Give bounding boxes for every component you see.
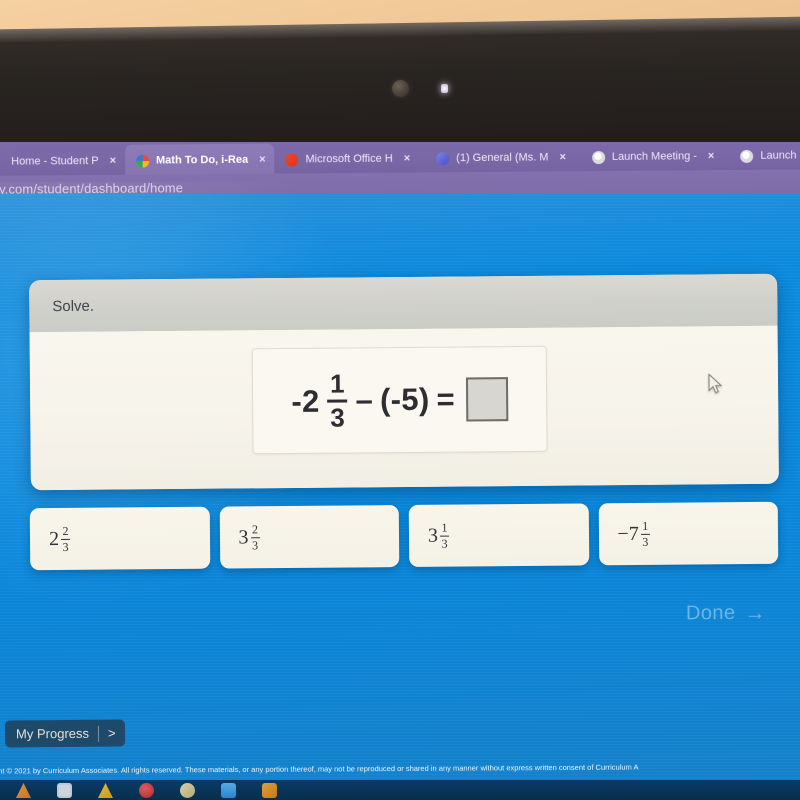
close-icon[interactable]: × bbox=[559, 151, 566, 163]
choice-whole-number: 3 bbox=[427, 524, 439, 547]
choice-whole-number: −7 bbox=[617, 522, 639, 546]
browser-tab-label: Launch Meeting - bbox=[611, 150, 697, 163]
zoom-icon bbox=[740, 149, 754, 163]
answer-choice-value: 3 2 3 bbox=[238, 522, 260, 552]
browser-tab-launch-meeting-2[interactable]: Launch Meeting - × bbox=[729, 142, 800, 172]
answer-choice-value: 3 1 3 bbox=[427, 520, 450, 551]
question-card-body: -2 1 3 – (-5) = bbox=[29, 325, 779, 491]
equation-operand: (-5) bbox=[379, 381, 430, 418]
close-icon[interactable]: × bbox=[404, 153, 411, 165]
answer-choice-value: −7 1 3 bbox=[617, 518, 650, 549]
close-icon[interactable]: × bbox=[708, 150, 715, 162]
answer-choice-list: 2 2 3 3 2 3 3 1 3 −7 1 3 bbox=[29, 501, 779, 571]
arrow-right-icon: → bbox=[744, 601, 766, 625]
browser-tab-home-student[interactable]: Home - Student P × bbox=[0, 145, 125, 178]
photographed-laptop-screen: Home - Student P × Math To Do, i-Rea × M… bbox=[0, 0, 800, 800]
equation-equals-sign: = bbox=[436, 381, 456, 417]
zoom-icon bbox=[591, 150, 605, 164]
taskbar-app-icon[interactable] bbox=[262, 783, 277, 798]
browser-tab-label: Launch Meeting - bbox=[760, 149, 800, 162]
browser-tab-math-to-do[interactable]: Math To Do, i-Rea × bbox=[124, 143, 275, 177]
taskbar-app-icon[interactable] bbox=[57, 783, 72, 798]
browser-tab-general-teams[interactable]: (1) General (Ms. M × bbox=[425, 142, 575, 174]
taskbar-app-icon[interactable] bbox=[98, 783, 113, 798]
equation-whole-number: -2 bbox=[291, 383, 320, 419]
question-card: Solve. -2 1 3 – (-5) = bbox=[29, 273, 779, 491]
answer-choice-3[interactable]: 3 1 3 bbox=[408, 503, 589, 567]
question-prompt: Solve. bbox=[52, 297, 95, 315]
taskbar-app-icon[interactable] bbox=[180, 783, 195, 798]
choice-fraction: 1 3 bbox=[439, 520, 450, 551]
webcam-lens-icon bbox=[392, 80, 409, 97]
answer-choice-value: 2 2 3 bbox=[48, 523, 71, 554]
choice-fraction: 2 3 bbox=[250, 522, 260, 552]
equation-box: -2 1 3 – (-5) = bbox=[251, 345, 548, 455]
browser-tab-label: Microsoft Office H bbox=[305, 152, 393, 166]
choice-numerator: 1 bbox=[441, 520, 448, 535]
teams-icon bbox=[436, 151, 450, 165]
close-icon[interactable]: × bbox=[110, 155, 117, 167]
choice-denominator: 3 bbox=[642, 534, 649, 549]
taskbar-app-icon[interactable] bbox=[16, 783, 31, 798]
equation-operator: – bbox=[355, 382, 374, 418]
equation: -2 1 3 – (-5) = bbox=[291, 368, 509, 433]
my-progress-button[interactable]: My Progress > bbox=[4, 719, 125, 748]
equation-denominator: 3 bbox=[330, 402, 346, 433]
done-button[interactable]: Done → bbox=[686, 602, 766, 626]
choice-fraction: 2 3 bbox=[61, 523, 71, 554]
equation-numerator: 1 bbox=[329, 368, 345, 399]
choice-numerator: 2 bbox=[251, 522, 258, 537]
taskbar-icon-list bbox=[0, 780, 800, 798]
iready-icon bbox=[135, 154, 150, 168]
answer-choice-2[interactable]: 3 2 3 bbox=[219, 505, 400, 569]
browser-tab-label: (1) General (Ms. M bbox=[456, 151, 549, 165]
taskbar-app-icon[interactable] bbox=[221, 783, 236, 798]
choice-fraction: 1 3 bbox=[640, 518, 650, 549]
my-progress-label: My Progress bbox=[15, 725, 90, 742]
browser-tab-launch-meeting-1[interactable]: Launch Meeting - × bbox=[581, 142, 724, 173]
windows-taskbar bbox=[0, 780, 800, 800]
screen-area: Home - Student P × Math To Do, i-Rea × M… bbox=[0, 142, 800, 800]
choice-numerator: 1 bbox=[642, 518, 649, 533]
answer-choice-1[interactable]: 2 2 3 bbox=[29, 506, 210, 571]
divider bbox=[97, 725, 100, 742]
question-card-header: Solve. bbox=[29, 273, 778, 333]
browser-tab-label: Math To Do, i-Rea bbox=[155, 153, 249, 167]
taskbar-app-icon[interactable] bbox=[139, 783, 154, 798]
choice-denominator: 3 bbox=[441, 536, 448, 551]
browser-tab-label: Home - Student P bbox=[11, 154, 99, 168]
choice-denominator: 3 bbox=[62, 539, 69, 554]
choice-whole-number: 2 bbox=[48, 528, 60, 551]
chevron-right-icon: > bbox=[107, 725, 116, 741]
equation-fraction: 1 3 bbox=[327, 368, 348, 433]
browser-tab-microsoft-office[interactable]: Microsoft Office H × bbox=[274, 142, 419, 175]
answer-choice-4[interactable]: −7 1 3 bbox=[598, 501, 779, 566]
answer-input-box[interactable] bbox=[465, 377, 509, 422]
choice-whole-number: 3 bbox=[238, 526, 249, 549]
close-icon[interactable]: × bbox=[259, 154, 266, 166]
done-button-label: Done bbox=[685, 601, 736, 625]
choice-denominator: 3 bbox=[252, 537, 259, 552]
office-icon bbox=[285, 152, 299, 167]
choice-numerator: 2 bbox=[62, 523, 69, 538]
camera-indicator-led-icon bbox=[441, 84, 448, 93]
